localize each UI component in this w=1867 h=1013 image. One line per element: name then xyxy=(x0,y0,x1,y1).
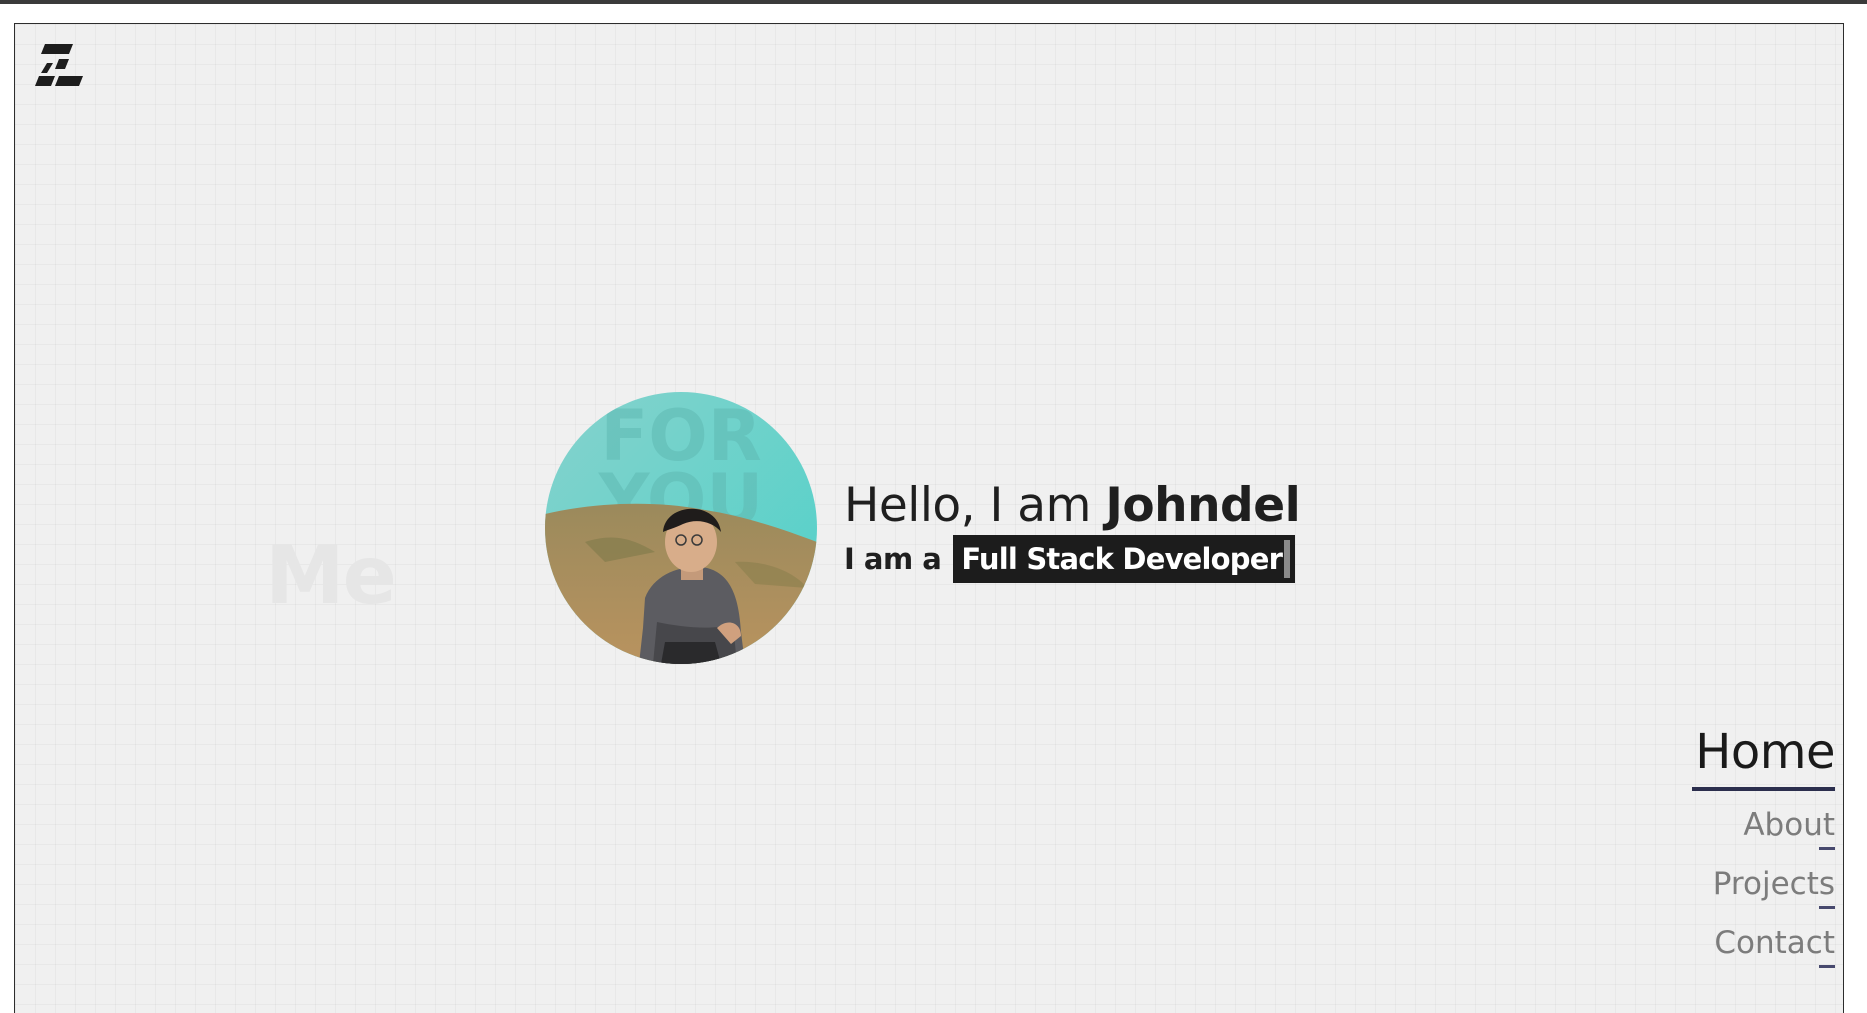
logo-icon[interactable] xyxy=(33,42,85,92)
role-prefix: I am a xyxy=(844,542,942,577)
nav-item-about[interactable]: About xyxy=(1743,807,1835,850)
role-highlight: Full Stack Developer xyxy=(953,535,1296,584)
nav-underline-projects xyxy=(1819,905,1835,909)
nav-underline-about xyxy=(1819,846,1835,850)
nav-label-contact: Contact xyxy=(1714,924,1835,961)
owner-name: Johndel xyxy=(1105,478,1301,533)
greeting-text: Hello, I am xyxy=(844,478,1091,533)
nav-item-projects[interactable]: Projects xyxy=(1713,866,1835,909)
typing-cursor xyxy=(1284,540,1291,579)
nav-label-home: Home xyxy=(1695,724,1835,780)
nav-underline-home xyxy=(1692,786,1835,791)
window-top-edge xyxy=(0,0,1867,4)
intro-block: Hello, I am Johndel I am a Full Stack De… xyxy=(844,478,1301,584)
profile-avatar: FOR YOU xyxy=(545,392,817,664)
nav-item-home[interactable]: Home xyxy=(1692,724,1835,791)
nav-label-about: About xyxy=(1743,806,1835,843)
background-ghost-word: Me xyxy=(265,529,397,622)
nav-underline-contact xyxy=(1819,965,1835,969)
page-frame: Me FOR YOU Hello, I am Johndel I am a Fu… xyxy=(14,23,1844,1013)
nav-label-projects: Projects xyxy=(1712,865,1835,902)
role-text: Full Stack Developer xyxy=(961,542,1283,577)
greeting-heading: Hello, I am Johndel xyxy=(844,478,1301,533)
nav-item-contact[interactable]: Contact xyxy=(1714,924,1835,969)
role-line: I am a Full Stack Developer xyxy=(844,535,1300,584)
main-nav: Home About Projects Contact xyxy=(1692,724,1835,969)
